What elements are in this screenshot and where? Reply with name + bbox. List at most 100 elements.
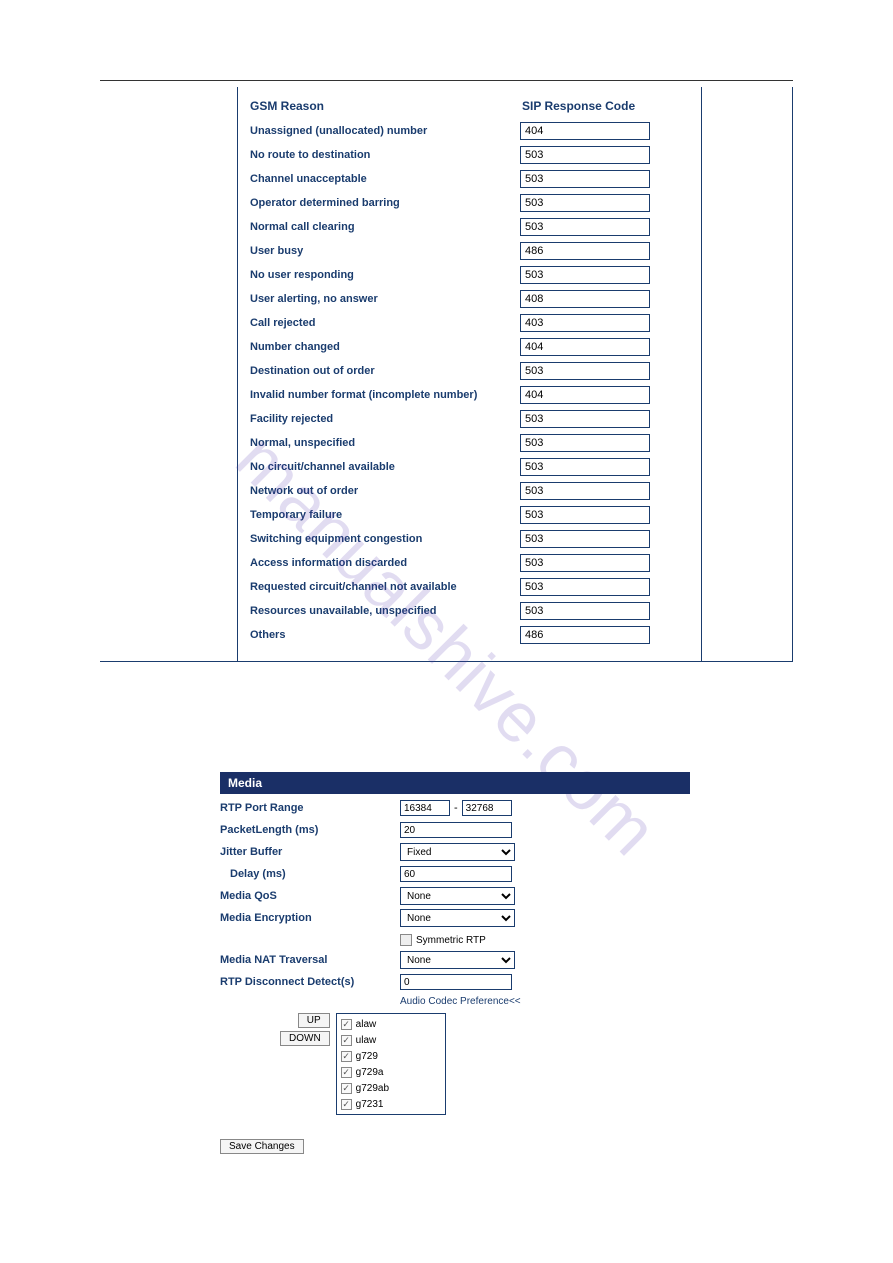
- codec-checkbox[interactable]: ✓: [341, 1067, 352, 1078]
- codec-area: UP DOWN ✓ alaw ✓ulaw✓g729✓g729a✓g729ab✓g72…: [280, 1013, 690, 1115]
- sip-code-input[interactable]: [520, 290, 650, 308]
- gsm-reason-label: Network out of order: [250, 485, 520, 497]
- rtp-disconnect-input[interactable]: [400, 974, 512, 990]
- codec-checkbox[interactable]: ✓: [341, 1051, 352, 1062]
- sip-code-input[interactable]: [520, 362, 650, 380]
- symmetric-rtp-label: Symmetric RTP: [416, 935, 486, 946]
- gsm-row: User alerting, no answer: [250, 287, 689, 311]
- gsm-row: No circuit/channel available: [250, 455, 689, 479]
- gsm-reason-header: GSM Reason: [250, 99, 520, 113]
- media-encryption-select[interactable]: None: [400, 909, 515, 927]
- sip-code-input[interactable]: [520, 242, 650, 260]
- codec-list: ✓ alaw ✓ulaw✓g729✓g729a✓g729ab✓g7231: [336, 1013, 446, 1115]
- codec-item[interactable]: ✓g729ab: [341, 1080, 441, 1096]
- codec-item[interactable]: ✓ alaw: [341, 1016, 441, 1032]
- delay-input[interactable]: [400, 866, 512, 882]
- sip-code-input[interactable]: [520, 314, 650, 332]
- symmetric-rtp-checkbox[interactable]: [400, 934, 412, 946]
- gsm-reason-label: No route to destination: [250, 149, 520, 161]
- gsm-row: Call rejected: [250, 311, 689, 335]
- sip-code-input[interactable]: [520, 122, 650, 140]
- jitter-buffer-select[interactable]: Fixed: [400, 843, 515, 861]
- sip-code-header: SIP Response Code: [520, 99, 635, 113]
- sip-code-input[interactable]: [520, 386, 650, 404]
- gsm-row: Resources unavailable, unspecified: [250, 599, 689, 623]
- media-nat-select[interactable]: None: [400, 951, 515, 969]
- gsm-row: Normal call clearing: [250, 215, 689, 239]
- gsm-row: Facility rejected: [250, 407, 689, 431]
- codec-item[interactable]: ✓g729: [341, 1048, 441, 1064]
- codec-item[interactable]: ✓g729a: [341, 1064, 441, 1080]
- gsm-row: Unassigned (unallocated) number: [250, 119, 689, 143]
- sip-code-input[interactable]: [520, 458, 650, 476]
- packet-length-input[interactable]: [400, 822, 512, 838]
- codec-checkbox[interactable]: ✓: [341, 1035, 352, 1046]
- gsm-row: User busy: [250, 239, 689, 263]
- codec-checkbox[interactable]: ✓: [341, 1083, 352, 1094]
- sip-code-input[interactable]: [520, 218, 650, 236]
- gsm-reason-label: Resources unavailable, unspecified: [250, 605, 520, 617]
- gsm-row: Channel unacceptable: [250, 167, 689, 191]
- gsm-row: Number changed: [250, 335, 689, 359]
- jitter-buffer-label: Jitter Buffer: [220, 846, 400, 858]
- gsm-sip-table: GSM Reason SIP Response Code Unassigned …: [100, 87, 793, 662]
- gsm-reason-label: Channel unacceptable: [250, 173, 520, 185]
- top-divider: [100, 80, 793, 81]
- sip-code-input[interactable]: [520, 146, 650, 164]
- gsm-reason-label: Requested circuit/channel not available: [250, 581, 520, 593]
- codec-down-button[interactable]: DOWN: [280, 1031, 330, 1046]
- save-changes-button[interactable]: Save Changes: [220, 1139, 304, 1154]
- sip-code-input[interactable]: [520, 626, 650, 644]
- codec-label: alaw: [356, 1019, 377, 1030]
- media-qos-select[interactable]: None: [400, 887, 515, 905]
- audio-codec-pref-link[interactable]: Audio Codec Preference<<: [400, 996, 690, 1007]
- sip-code-input[interactable]: [520, 194, 650, 212]
- sip-code-input[interactable]: [520, 578, 650, 596]
- table-main: GSM Reason SIP Response Code Unassigned …: [238, 87, 702, 661]
- sip-code-input[interactable]: [520, 506, 650, 524]
- sip-code-input[interactable]: [520, 482, 650, 500]
- sip-code-input[interactable]: [520, 434, 650, 452]
- gsm-reason-label: No circuit/channel available: [250, 461, 520, 473]
- media-section: Media RTP Port Range - PacketLength (ms)…: [220, 772, 690, 1115]
- jitter-buffer-row: Jitter Buffer Fixed: [220, 842, 690, 862]
- symmetric-rtp-row: Symmetric RTP: [400, 930, 690, 950]
- codec-checkbox[interactable]: ✓: [341, 1019, 352, 1030]
- gsm-reason-label: Invalid number format (incomplete number…: [250, 389, 520, 401]
- gsm-row: Access information discarded: [250, 551, 689, 575]
- gsm-reason-label: Number changed: [250, 341, 520, 353]
- media-nat-label: Media NAT Traversal: [220, 954, 400, 966]
- gsm-row: Operator determined barring: [250, 191, 689, 215]
- media-encryption-label: Media Encryption: [220, 912, 400, 924]
- gsm-reason-label: Unassigned (unallocated) number: [250, 125, 520, 137]
- rtp-port-range-label: RTP Port Range: [220, 802, 400, 814]
- sip-code-input[interactable]: [520, 602, 650, 620]
- packet-length-label: PacketLength (ms): [220, 824, 400, 836]
- codec-checkbox[interactable]: ✓: [341, 1099, 352, 1110]
- sip-code-input[interactable]: [520, 266, 650, 284]
- sip-code-input[interactable]: [520, 410, 650, 428]
- media-encryption-row: Media Encryption None: [220, 908, 690, 928]
- gsm-row: No user responding: [250, 263, 689, 287]
- rtp-disconnect-row: RTP Disconnect Detect(s): [220, 972, 690, 992]
- gsm-row: Others: [250, 623, 689, 647]
- gsm-reason-label: Others: [250, 629, 520, 641]
- codec-up-button[interactable]: UP: [298, 1013, 330, 1028]
- codec-item[interactable]: ✓g7231: [341, 1096, 441, 1112]
- gsm-row: Destination out of order: [250, 359, 689, 383]
- codec-item[interactable]: ✓ulaw: [341, 1032, 441, 1048]
- media-qos-row: Media QoS None: [220, 886, 690, 906]
- table-left-spacer: [100, 87, 238, 661]
- gsm-reason-label: Normal, unspecified: [250, 437, 520, 449]
- sip-code-input[interactable]: [520, 338, 650, 356]
- rtp-disconnect-label: RTP Disconnect Detect(s): [220, 976, 400, 988]
- sip-code-input[interactable]: [520, 170, 650, 188]
- rtp-from-input[interactable]: [400, 800, 450, 816]
- sip-code-input[interactable]: [520, 554, 650, 572]
- rtp-to-input[interactable]: [462, 800, 512, 816]
- gsm-row: Temporary failure: [250, 503, 689, 527]
- sip-code-input[interactable]: [520, 530, 650, 548]
- delay-label: Delay (ms): [220, 868, 400, 880]
- gsm-row: No route to destination: [250, 143, 689, 167]
- gsm-row: Invalid number format (incomplete number…: [250, 383, 689, 407]
